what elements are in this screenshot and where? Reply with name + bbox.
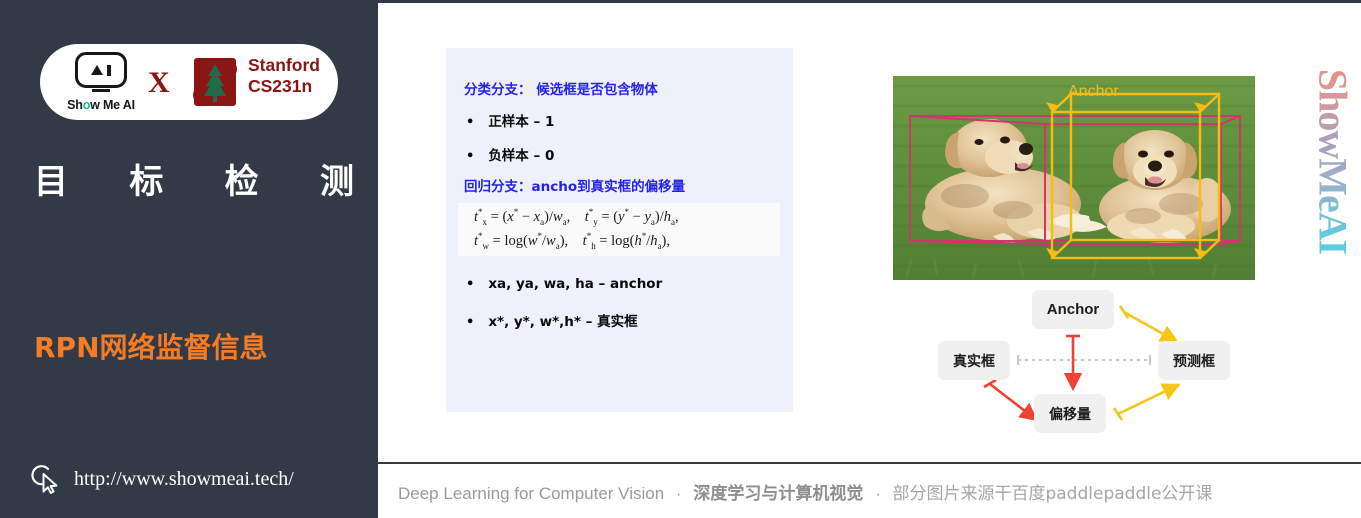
bullet-groundtruth-label: x*, y*, w*,h* – 真实框 <box>488 314 638 330</box>
title-char-3: 测 <box>319 162 354 202</box>
photo-svg <box>893 76 1255 280</box>
formula-row-2: t*w = log(w*/wa), t*h = log(h*/ha), <box>474 230 670 251</box>
slide-content: 分类分支： 候选框是否包含物体 • 正样本 – 1 • 负样本 – 0 回归分支… <box>378 0 1361 518</box>
offset-relationship-diagram: Anchor 真实框 预测框 偏移量 <box>938 286 1248 451</box>
stanford-tree-logo <box>188 54 242 110</box>
title-char-0: 目 <box>34 162 68 202</box>
cursor-icon <box>31 465 58 494</box>
yellow-arrow1-tail-bar <box>1118 305 1130 319</box>
footer-source: 部分图片来源干百度paddlepaddle公开课 <box>892 483 1213 504</box>
classification-branch-heading: 分类分支： 候选框是否包含物体 <box>464 82 658 98</box>
title-char-1: 标 <box>129 162 164 202</box>
bullet-negative-label: 负样本 – 0 <box>488 148 555 164</box>
red-arrow-gt-to-offset <box>989 382 1039 422</box>
bullet-dot-icon: • <box>466 277 475 292</box>
diagram-box-groundtruth: 真实框 <box>938 341 1010 380</box>
dogs-photo-with-boxes <box>893 76 1255 280</box>
robot-caret-icon <box>91 65 104 75</box>
bullet-anchor-vars: • xa, ya, wa, ha – anchor <box>466 276 662 292</box>
diagram-box-prediction: 预测框 <box>1158 341 1230 380</box>
footer-english: Deep Learning for Computer Vision <box>398 483 665 503</box>
robot-bar-icon <box>107 64 111 76</box>
watermark-text: ShowMeAI <box>1310 38 1357 286</box>
robot-face-icon <box>75 52 127 88</box>
diagram-box-offset: 偏移量 <box>1034 394 1106 433</box>
diagram-box-anchor: Anchor <box>1032 290 1114 329</box>
stanford-course-text: Stanford CS231n <box>248 55 320 98</box>
bullet-positive-sample: • 正样本 – 1 <box>466 110 554 130</box>
anchor-photo-label: Anchor <box>1068 83 1119 100</box>
stanford-line1: Stanford <box>248 55 320 75</box>
site-url-row[interactable]: http://www.showmeai.tech/ <box>30 462 294 496</box>
footer-chinese: 深度学习与计算机视觉 <box>693 483 864 504</box>
footer-sep-2: · <box>875 483 881 503</box>
slide-root: Show Me AI X Stanford CS231n 目 标 检 测 RPN… <box>0 0 1361 518</box>
site-url-text: http://www.showmeai.tech/ <box>74 467 294 490</box>
footer-sep-1: · <box>675 483 682 503</box>
regression-branch-heading: 回归分支：ancho到真实框的偏移量 <box>464 179 686 195</box>
slide-footer: Deep Learning for Computer Vision · 深度学习… <box>378 462 1361 518</box>
footer-text: Deep Learning for Computer Vision · 深度学习… <box>378 479 1212 504</box>
bullet-negative-sample: • 负样本 – 0 <box>466 144 554 164</box>
bullet-dot-icon: • <box>466 149 475 164</box>
sidebar: Show Me AI X Stanford CS231n 目 标 检 测 RPN… <box>0 0 378 518</box>
explanation-panel: 分类分支： 候选框是否包含物体 • 正样本 – 1 • 负样本 – 0 回归分支… <box>446 48 793 412</box>
bullet-dot-icon: • <box>466 115 475 130</box>
page-title: 目 标 检 测 <box>34 154 354 203</box>
page-subtitle: RPN网络监督信息 <box>34 331 268 364</box>
yellow-arrow-offset-to-pred <box>1117 383 1181 416</box>
title-char-2: 检 <box>224 162 259 202</box>
showmeai-o-glyph: o <box>82 98 91 112</box>
formula-row-1: t*x = (x* − xa)/wa, t*y = (y* − ya)/ha, <box>474 206 679 227</box>
bullet-anchor-label: xa, ya, wa, ha – anchor <box>488 276 663 292</box>
bullet-groundtruth-vars: • x*, y*, w*,h* – 真实框 <box>466 310 638 330</box>
stanford-line2: CS231n <box>248 76 313 97</box>
dotted-connector <box>1017 355 1151 365</box>
yellow-arrow-anchor-to-pred <box>1123 310 1179 343</box>
showmeai-wordmark: Show Me AI <box>67 98 135 112</box>
bullet-dot-icon: • <box>466 315 475 330</box>
cross-symbol: X <box>148 66 170 99</box>
showmeai-watermark: ShowMeAI <box>1309 35 1357 286</box>
showmeai-logo: Show Me AI <box>62 52 140 112</box>
offset-formula-card: t*x = (x* − xa)/wa, t*y = (y* − ya)/ha, … <box>458 203 780 256</box>
brand-pill: Show Me AI X Stanford CS231n <box>40 44 338 120</box>
bullet-positive-label: 正样本 – 1 <box>488 114 555 130</box>
